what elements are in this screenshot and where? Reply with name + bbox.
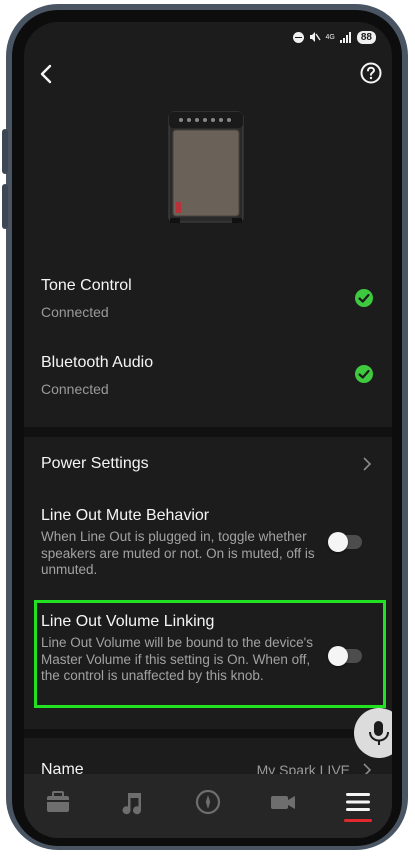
- line-out-mute-description: When Line Out is plugged in, toggle whet…: [41, 529, 315, 577]
- bluetooth-audio-title: Bluetooth Audio: [41, 354, 154, 371]
- app-screen: 4G 88 Tone Control Connected Bluetooth A…: [24, 22, 392, 838]
- amplifier-image: [168, 111, 244, 223]
- voice-assistant-button[interactable]: [354, 708, 392, 758]
- toggle-knob: [328, 646, 348, 666]
- connected-check-icon: [355, 365, 373, 383]
- mute-icon: [309, 32, 321, 42]
- power-settings-label: Power Settings: [41, 455, 149, 472]
- bluetooth-audio-status: Connected: [41, 381, 109, 397]
- do-not-disturb-icon: [292, 31, 304, 43]
- microphone-icon: [369, 721, 389, 745]
- battery-level: 88: [356, 30, 376, 44]
- volume-up-hw-button: [2, 129, 8, 174]
- connected-check-icon: [355, 289, 373, 307]
- network-type: 4G: [325, 33, 335, 41]
- line-out-volume-linking-title: Line Out Volume Linking: [41, 613, 215, 630]
- tone-control-status: Connected: [41, 304, 109, 320]
- menu-icon[interactable]: [344, 788, 372, 816]
- signal-icon: [339, 31, 351, 43]
- section-divider: [24, 427, 392, 437]
- back-arrow-icon[interactable]: [38, 62, 58, 86]
- section-divider: [24, 729, 392, 738]
- line-out-volume-linking-toggle[interactable]: [328, 646, 362, 666]
- compass-icon[interactable]: [194, 788, 222, 816]
- bottom-navigation: [24, 774, 392, 838]
- tone-control-title: Tone Control: [41, 277, 132, 294]
- chevron-right-icon: [363, 457, 372, 471]
- line-out-volume-linking-description: Line Out Volume will be bound to the dev…: [41, 635, 313, 683]
- video-camera-icon[interactable]: [269, 788, 297, 816]
- shop-icon[interactable]: [44, 788, 72, 816]
- line-out-mute-toggle[interactable]: [328, 532, 362, 552]
- status-bar: 4G 88: [292, 28, 376, 46]
- help-icon[interactable]: [360, 62, 382, 84]
- line-out-mute-title: Line Out Mute Behavior: [41, 507, 210, 524]
- power-settings-row[interactable]: Power Settings: [24, 447, 392, 481]
- music-note-icon[interactable]: [118, 788, 146, 816]
- toggle-knob: [328, 532, 348, 552]
- volume-down-hw-button: [2, 184, 8, 229]
- active-tab-indicator: [344, 819, 372, 822]
